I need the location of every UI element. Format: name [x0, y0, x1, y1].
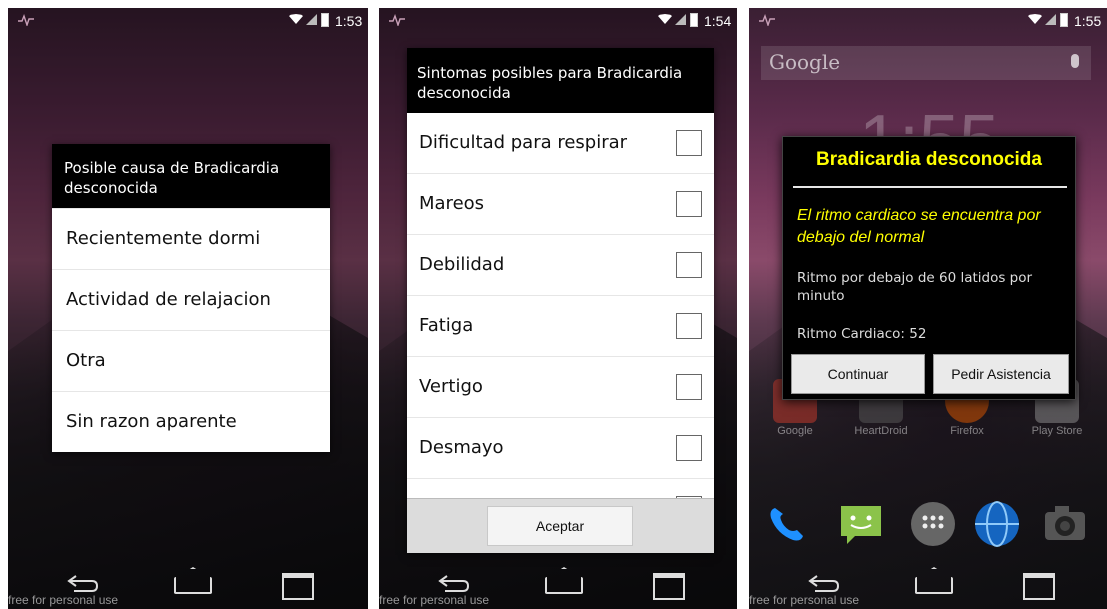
google-logo: Google	[769, 50, 841, 74]
phone-screen-2: 1:54 Sintomas posibles para Bradicardia …	[379, 8, 737, 609]
status-bar: 1:55	[749, 8, 1107, 33]
status-bar: 1:53	[8, 8, 368, 33]
app-label: Firefox	[950, 425, 984, 437]
google-search-bar[interactable]: Google	[761, 46, 1091, 80]
mic-icon[interactable]	[1071, 54, 1079, 68]
symptom-checkbox[interactable]	[676, 374, 702, 400]
signal-icon	[306, 14, 317, 25]
symptom-label: Fatiga	[419, 315, 474, 336]
wifi-icon	[289, 14, 303, 24]
title-divider	[793, 186, 1067, 188]
symptom-label: Vertigo	[419, 376, 483, 397]
alert-title: Bradicardia desconocida	[816, 149, 1042, 170]
status-bar: 1:54	[379, 8, 737, 33]
recent-apps-icon[interactable]	[282, 573, 314, 600]
alert-message: El ritmo cardiaco se encuentra por debaj…	[797, 207, 1041, 246]
wifi-icon	[658, 14, 672, 24]
option-no-reason[interactable]: Sin razon aparente	[52, 391, 330, 452]
back-icon[interactable]	[66, 573, 100, 593]
symptom-label: Mareos	[419, 193, 485, 214]
camera-icon[interactable]	[1039, 498, 1091, 550]
battery-icon	[1060, 13, 1068, 27]
accept-button[interactable]: Aceptar	[487, 506, 633, 546]
symptom-row[interactable]: Mareos	[407, 174, 714, 235]
symptom-list[interactable]: Dificultad para respirar Mareos Debilida…	[407, 113, 714, 498]
dialog-title: Posible causa de Bradicardia desconocida	[52, 144, 330, 208]
home-icon[interactable]	[915, 577, 953, 594]
cause-dialog: Posible causa de Bradicardia desconocida…	[52, 144, 330, 452]
battery-icon	[321, 13, 329, 27]
symptom-checkbox[interactable]	[676, 313, 702, 339]
signal-icon	[1045, 14, 1056, 25]
app-label: Google	[777, 425, 813, 437]
phone-icon[interactable]	[761, 498, 813, 550]
symptom-row[interactable]: Dificultad para respirar	[407, 113, 714, 174]
app-label: HeartDroid	[854, 425, 908, 437]
symptom-row-partial[interactable]	[407, 479, 714, 498]
signal-icon	[675, 14, 686, 25]
symptom-checkbox[interactable]	[676, 130, 702, 156]
status-time: 1:53	[335, 13, 363, 29]
symptom-row[interactable]: Fatiga	[407, 296, 714, 357]
home-icon[interactable]	[545, 577, 583, 594]
status-time: 1:55	[1074, 13, 1102, 29]
symptom-checkbox[interactable]	[676, 252, 702, 278]
symptoms-dialog: Sintomas posibles para Bradicardia desco…	[407, 48, 714, 553]
status-time: 1:54	[704, 13, 732, 29]
pulse-icon	[759, 14, 775, 26]
symptom-label: Debilidad	[419, 254, 505, 275]
continue-button[interactable]: Continuar	[791, 354, 925, 394]
pulse-icon	[18, 14, 34, 26]
messaging-icon[interactable]	[835, 498, 887, 550]
battery-icon	[690, 13, 698, 27]
option-relaxation[interactable]: Actividad de relajacion	[52, 269, 330, 330]
browser-icon[interactable]	[971, 498, 1023, 550]
home-icon[interactable]	[174, 577, 212, 594]
symptom-checkbox[interactable]	[676, 435, 702, 461]
recent-apps-icon[interactable]	[653, 573, 685, 600]
symptom-row[interactable]: Debilidad	[407, 235, 714, 296]
symptom-row[interactable]: Vertigo	[407, 357, 714, 418]
option-recently-slept[interactable]: Recientemente dormi	[52, 208, 330, 269]
dialog-title: Sintomas posibles para Bradicardia desco…	[407, 48, 714, 113]
app-drawer-icon[interactable]	[907, 498, 959, 550]
phone-screen-1: 1:53 Posible causa de Bradicardia descon…	[8, 8, 368, 609]
bradycardia-alert: Bradicardia desconocida El ritmo cardiac…	[782, 136, 1076, 400]
alert-description: Ritmo por debajo de 60 latidos por minut…	[797, 270, 1033, 304]
symptom-checkbox[interactable]	[676, 191, 702, 217]
request-assistance-button[interactable]: Pedir Asistencia	[933, 354, 1069, 394]
watermark: free for personal use	[749, 593, 860, 607]
dialog-footer: Aceptar	[407, 498, 714, 553]
back-icon[interactable]	[437, 573, 471, 593]
symptom-label: Dificultad para respirar	[419, 132, 628, 153]
wifi-icon	[1028, 14, 1042, 24]
option-other[interactable]: Otra	[52, 330, 330, 391]
heart-rate-readout: Ritmo Cardiaco: 52	[797, 326, 927, 342]
pulse-icon	[389, 14, 405, 26]
watermark: free for personal use	[379, 593, 490, 607]
back-icon[interactable]	[807, 573, 841, 593]
symptom-row[interactable]: Desmayo	[407, 418, 714, 479]
app-label: Play Store	[1031, 425, 1083, 437]
symptom-label: Desmayo	[419, 437, 504, 458]
phone-screen-3: 1:55 Google 1:55 Google HeartDroid Firef…	[749, 8, 1107, 609]
watermark: free for personal use	[8, 593, 119, 607]
recent-apps-icon[interactable]	[1023, 573, 1055, 600]
